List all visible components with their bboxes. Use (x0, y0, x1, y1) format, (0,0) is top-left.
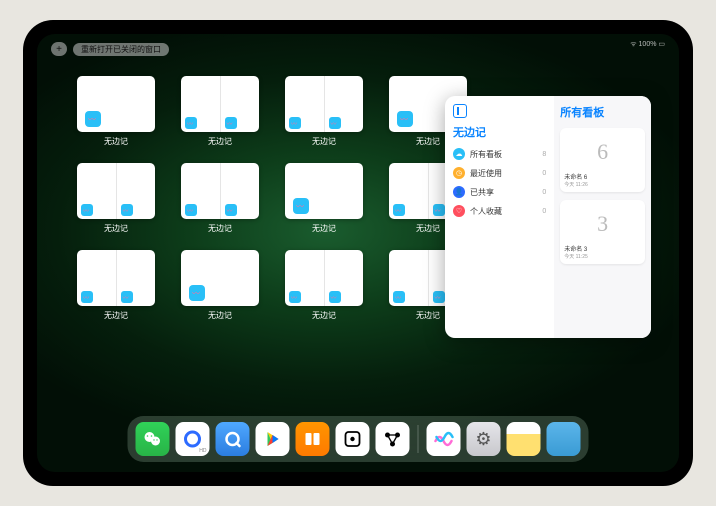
sidebar-toggle-icon[interactable] (453, 104, 467, 118)
window-thumbnail[interactable] (181, 163, 259, 219)
board-thumbnail: 6 (564, 132, 641, 172)
board-timestamp: 今天 11:26 (564, 181, 641, 188)
app-window[interactable]: 无边记 (285, 250, 363, 321)
panel-item-icon: ♡ (453, 205, 465, 217)
window-label: 无边记 (416, 223, 440, 234)
panel-item-label: 个人收藏 (470, 206, 502, 217)
app-window[interactable]: 无边记 (285, 76, 363, 147)
board-label: 未命名 3 (564, 244, 641, 253)
dock-app-folder[interactable] (547, 422, 581, 456)
panel-item[interactable]: 👤 已共享 0 (453, 186, 546, 198)
panel-sidebar: 无边记 ☁ 所有看板 8 ◷ 最近使用 0 👤 已共享 0 ♡ 个人收藏 0 (445, 96, 554, 338)
new-tab-button[interactable]: + (51, 42, 67, 56)
window-thumbnail[interactable] (77, 163, 155, 219)
dock-wechat[interactable] (136, 422, 170, 456)
window-thumbnail[interactable] (181, 76, 259, 132)
panel-item-icon: ☁ (453, 148, 465, 160)
window-label: 无边记 (416, 310, 440, 321)
panel-right-title: 所有看板 (560, 104, 645, 120)
panel-item-count: 0 (542, 208, 546, 215)
dock-nodes[interactable] (376, 422, 410, 456)
panel-item-icon: ◷ (453, 167, 465, 179)
app-window[interactable]: 无边记 (77, 250, 155, 321)
boards-container: 6未命名 6今天 11:26 3未命名 3今天 11:25 (560, 128, 645, 264)
screen: + 重新打开已关闭的窗口 ᯤ 100% ▭ 无边记无边记无边记无边记无边记无边记… (37, 34, 679, 472)
app-window[interactable]: 无边记 (285, 163, 363, 234)
dock-quark[interactable] (216, 422, 250, 456)
app-window[interactable]: 无边记 (181, 76, 259, 147)
panel-item-count: 8 (542, 151, 546, 158)
dock-books[interactable] (296, 422, 330, 456)
window-label: 无边记 (208, 223, 232, 234)
window-label: 无边记 (416, 136, 440, 147)
board-card[interactable]: 6未命名 6今天 11:26 (560, 128, 645, 192)
board-label: 未命名 6 (564, 172, 641, 181)
panel-item-label: 已共享 (470, 187, 494, 198)
panel-boards: 所有看板 6未命名 6今天 11:26 3未命名 3今天 11:25 (554, 96, 651, 338)
app-window[interactable]: 无边记 (77, 163, 155, 234)
window-thumbnail[interactable] (77, 76, 155, 132)
board-timestamp: 今天 11:25 (564, 253, 641, 260)
panel-item-label: 所有看板 (470, 149, 502, 160)
panel-item[interactable]: ♡ 个人收藏 0 (453, 205, 546, 217)
window-label: 无边记 (104, 136, 128, 147)
board-card[interactable]: 3未命名 3今天 11:25 (560, 200, 645, 264)
panel-list: ☁ 所有看板 8 ◷ 最近使用 0 👤 已共享 0 ♡ 个人收藏 0 (453, 148, 546, 217)
board-thumbnail: 3 (564, 204, 641, 244)
panel-left-title: 无边记 (453, 124, 546, 140)
window-thumbnail[interactable] (285, 76, 363, 132)
panel-item-count: 0 (542, 189, 546, 196)
dock-play[interactable] (256, 422, 290, 456)
window-label: 无边记 (208, 310, 232, 321)
app-window[interactable]: 无边记 (181, 163, 259, 234)
dock-freeform[interactable] (427, 422, 461, 456)
window-label: 无边记 (312, 136, 336, 147)
dock-quark-hd[interactable] (176, 422, 210, 456)
dock-settings[interactable]: ⚙ (467, 422, 501, 456)
panel-item-icon: 👤 (453, 186, 465, 198)
panel-item[interactable]: ◷ 最近使用 0 (453, 167, 546, 179)
dock: ⚙ (128, 416, 589, 462)
window-thumbnail[interactable] (77, 250, 155, 306)
dock-dice[interactable] (336, 422, 370, 456)
app-window[interactable]: 无边记 (181, 250, 259, 321)
gear-icon: ⚙ (475, 429, 491, 450)
app-window[interactable]: 无边记 (77, 76, 155, 147)
freeform-panel[interactable]: ⋯ 无边记 ☁所有看板8◷最近使用0👤已共享0♡个人收藏0 所有看板 6未命名 … (445, 96, 651, 338)
panel-item-count: 0 (542, 170, 546, 177)
panel-item-label: 最近使用 (470, 168, 502, 179)
ipad-device: + 重新打开已关闭的窗口 ᯤ 100% ▭ 无边记无边记无边记无边记无边记无边记… (23, 20, 693, 486)
panel-item[interactable]: ☁ 所有看板 8 (453, 148, 546, 160)
window-label: 无边记 (104, 223, 128, 234)
window-label: 无边记 (208, 136, 232, 147)
window-thumbnail[interactable] (181, 250, 259, 306)
window-thumbnail[interactable] (285, 250, 363, 306)
window-label: 无边记 (104, 310, 128, 321)
top-bar: + 重新打开已关闭的窗口 (51, 42, 665, 56)
reopen-closed-window-pill[interactable]: 重新打开已关闭的窗口 (73, 43, 169, 56)
window-label: 无边记 (312, 223, 336, 234)
window-label: 无边记 (312, 310, 336, 321)
window-thumbnail[interactable] (285, 163, 363, 219)
dock-notes[interactable] (507, 422, 541, 456)
dock-separator (418, 425, 419, 453)
window-grid: 无边记无边记无边记无边记无边记无边记无边记无边记无边记无边记无边记无边记 (77, 76, 467, 321)
